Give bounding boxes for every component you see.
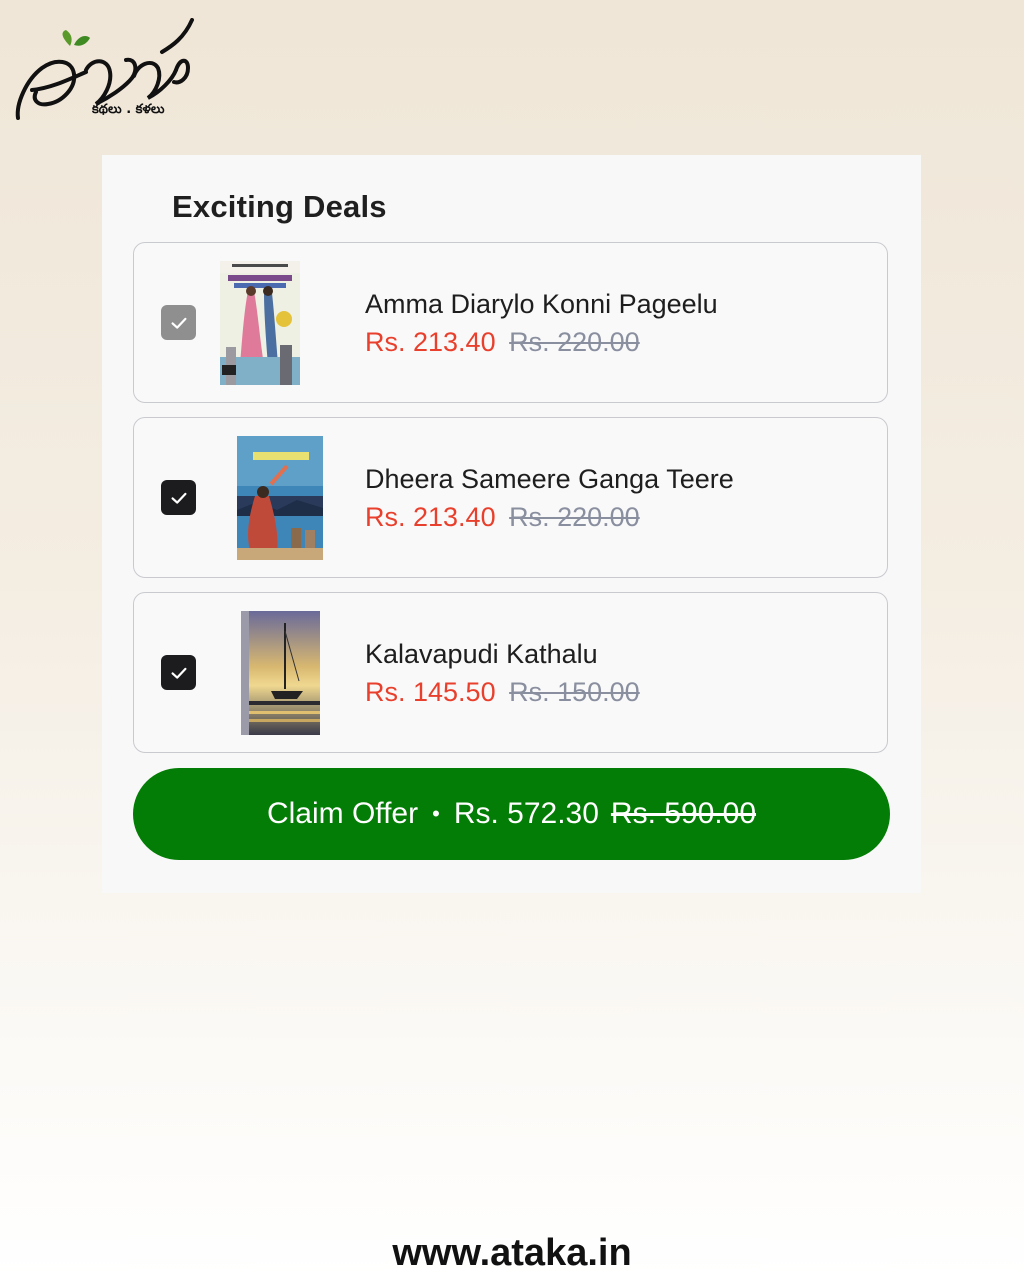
website-url[interactable]: www.ataka.in: [0, 1232, 1024, 1275]
book-cover-image: [237, 436, 323, 560]
book-title[interactable]: Amma Diarylo Konni Pageelu: [365, 287, 718, 321]
book-title[interactable]: Dheera Sameere Ganga Teere: [365, 462, 734, 496]
deal-prices: Rs. 213.40 Rs. 220.00: [365, 325, 718, 359]
claim-offer-label: Claim Offer: [266, 797, 419, 830]
sale-price: Rs. 213.40: [365, 327, 496, 357]
deal-prices: Rs. 213.40 Rs. 220.00: [365, 500, 734, 534]
original-price: Rs. 220.00: [509, 327, 640, 357]
original-price: Rs. 220.00: [509, 502, 640, 532]
deal-info: Dheera Sameere Ganga Teere Rs. 213.40 Rs…: [365, 462, 734, 534]
deal-checkbox[interactable]: [161, 480, 196, 515]
claim-total-price: Rs. 572.30: [453, 797, 599, 830]
book-title[interactable]: Kalavapudi Kathalu: [365, 637, 640, 671]
claim-separator: •: [432, 801, 440, 826]
brand-logo: కథలు . కళలు: [12, 18, 202, 124]
original-price: Rs. 150.00: [509, 677, 640, 707]
deal-info: Kalavapudi Kathalu Rs. 145.50 Rs. 150.00: [365, 637, 640, 709]
deal-prices: Rs. 145.50 Rs. 150.00: [365, 675, 640, 709]
checkmark-icon: [170, 492, 187, 504]
book-cover-image: [241, 611, 320, 735]
checkmark-icon: [170, 317, 187, 329]
brand-tagline: కథలు . కళలు: [92, 102, 165, 117]
book-cover-image: [220, 261, 300, 385]
deals-panel: Exciting Deals Amma Diarylo Konni Pageel…: [102, 155, 921, 893]
sale-price: Rs. 213.40: [365, 502, 496, 532]
deal-checkbox[interactable]: [161, 655, 196, 690]
deal-card: Kalavapudi Kathalu Rs. 145.50 Rs. 150.00: [133, 592, 888, 753]
checkmark-icon: [170, 667, 187, 679]
claim-original-total: Rs. 590.00: [610, 797, 757, 830]
deal-card: Dheera Sameere Ganga Teere Rs. 213.40 Rs…: [133, 417, 888, 578]
deal-card: Amma Diarylo Konni Pageelu Rs. 213.40 Rs…: [133, 242, 888, 403]
deal-info: Amma Diarylo Konni Pageelu Rs. 213.40 Rs…: [365, 287, 718, 359]
sale-price: Rs. 145.50: [365, 677, 496, 707]
claim-offer-button[interactable]: Claim Offer • Rs. 572.30 Rs. 590.00: [133, 768, 890, 860]
deal-checkbox[interactable]: [161, 305, 196, 340]
deals-title: Exciting Deals: [172, 189, 387, 224]
